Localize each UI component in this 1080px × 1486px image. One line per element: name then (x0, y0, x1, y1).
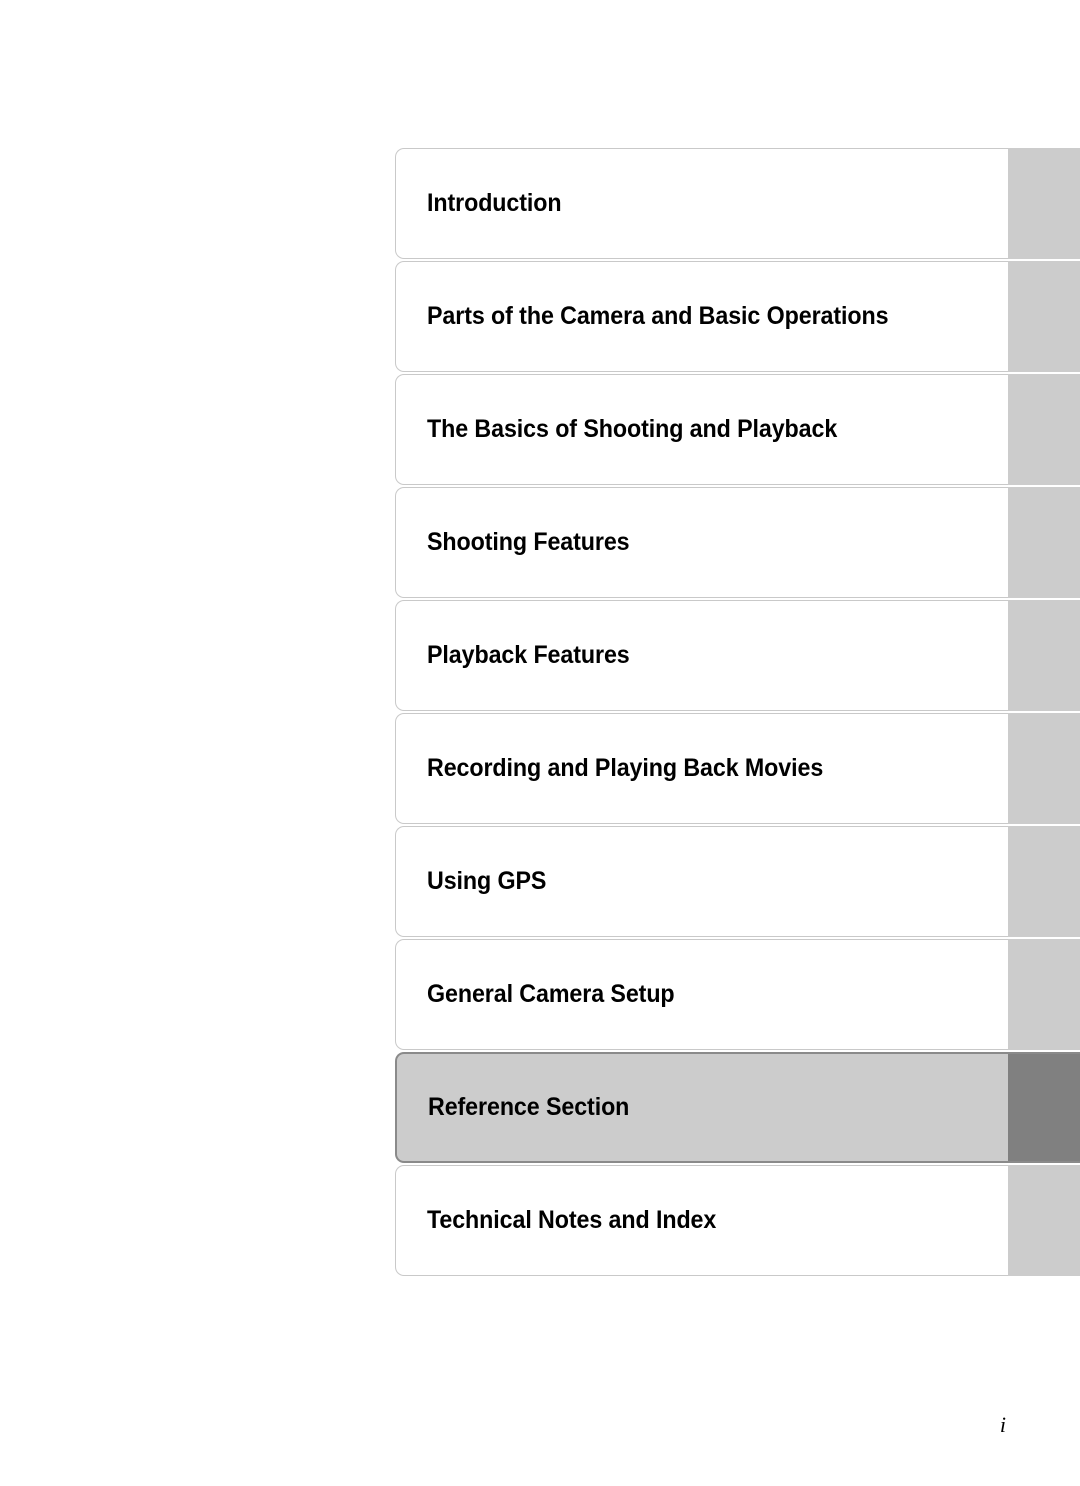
chapter-tab-technical-notes-and-index[interactable]: Technical Notes and Index (395, 1165, 1080, 1276)
manual-chapter-index-page: Introduction Parts of the Camera and Bas… (0, 0, 1080, 1486)
chapter-tab-edge-marker (1008, 600, 1080, 711)
chapter-tab-body: Technical Notes and Index (395, 1165, 1008, 1276)
chapter-tab-body: Reference Section (395, 1052, 1008, 1163)
chapter-tab-label: Playback Features (427, 641, 630, 669)
chapter-tab-body: Using GPS (395, 826, 1008, 937)
chapter-tab-label: Technical Notes and Index (427, 1206, 717, 1234)
chapter-tab-edge-marker (1008, 374, 1080, 485)
chapter-tab-using-gps[interactable]: Using GPS (395, 826, 1080, 937)
chapter-tab-general-camera-setup[interactable]: General Camera Setup (395, 939, 1080, 1050)
chapter-tab-playback-features[interactable]: Playback Features (395, 600, 1080, 711)
chapter-tab-edge-marker (1008, 148, 1080, 259)
chapter-tab-recording-and-playing-back-movies[interactable]: Recording and Playing Back Movies (395, 713, 1080, 824)
chapter-tab-label: Using GPS (427, 867, 547, 895)
chapter-tab-body: Parts of the Camera and Basic Operations (395, 261, 1008, 372)
chapter-tab-label: Parts of the Camera and Basic Operations (427, 302, 889, 330)
chapter-tab-label: Reference Section (428, 1093, 630, 1121)
chapter-tab-body: The Basics of Shooting and Playback (395, 374, 1008, 485)
chapter-tab-shooting-features[interactable]: Shooting Features (395, 487, 1080, 598)
chapter-tab-list: Introduction Parts of the Camera and Bas… (395, 148, 1080, 1276)
chapter-tab-introduction[interactable]: Introduction (395, 148, 1080, 259)
chapter-tab-parts-of-the-camera-and-basic-operations[interactable]: Parts of the Camera and Basic Operations (395, 261, 1080, 372)
page-number: i (999, 1412, 1006, 1437)
chapter-tab-reference-section[interactable]: Reference Section (395, 1052, 1080, 1163)
chapter-tab-edge-marker (1008, 826, 1080, 937)
chapter-tab-label: Introduction (427, 189, 562, 217)
chapter-tab-body: Playback Features (395, 600, 1008, 711)
chapter-tab-edge-marker (1008, 713, 1080, 824)
chapter-tab-body: Shooting Features (395, 487, 1008, 598)
chapter-tab-body: General Camera Setup (395, 939, 1008, 1050)
chapter-tab-body: Recording and Playing Back Movies (395, 713, 1008, 824)
chapter-tab-edge-marker (1008, 1165, 1080, 1276)
chapter-tab-the-basics-of-shooting-and-playback[interactable]: The Basics of Shooting and Playback (395, 374, 1080, 485)
chapter-tab-label: Recording and Playing Back Movies (427, 754, 824, 782)
chapter-tab-edge-marker (1008, 939, 1080, 1050)
chapter-tab-edge-marker (1008, 487, 1080, 598)
chapter-tab-label: General Camera Setup (427, 980, 675, 1008)
chapter-tab-edge-marker (1008, 261, 1080, 372)
chapter-tab-edge-marker (1008, 1052, 1080, 1163)
chapter-tab-label: The Basics of Shooting and Playback (427, 415, 838, 443)
chapter-tab-body: Introduction (395, 148, 1008, 259)
chapter-tab-label: Shooting Features (427, 528, 630, 556)
